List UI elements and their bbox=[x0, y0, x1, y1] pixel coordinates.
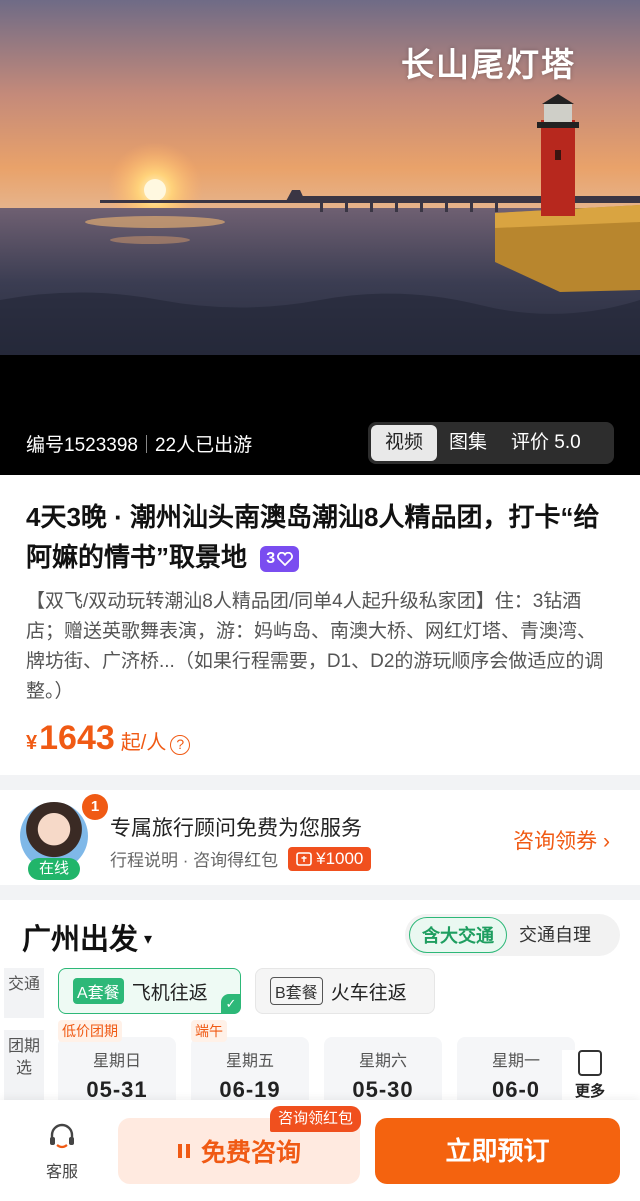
customer-service-button[interactable]: 客服 bbox=[36, 1120, 88, 1182]
departure-city-selector[interactable]: 广州出发 ▾ bbox=[22, 916, 152, 958]
package-b-tag: B套餐 bbox=[270, 977, 323, 1005]
online-status: 在线 bbox=[28, 858, 80, 880]
option-self-transport[interactable]: 交通自理 bbox=[507, 917, 603, 953]
date-weekday: 星期五 bbox=[225, 1053, 274, 1070]
tab-reviews[interactable]: 评价 5.0 bbox=[499, 425, 593, 461]
hero-overlay-title: 长山尾灯塔 bbox=[401, 45, 576, 84]
consult-red-packet-tag: 咨询领红包 bbox=[270, 1106, 362, 1132]
product-code: 编号1523398 bbox=[26, 435, 138, 456]
date-card[interactable]: 星期一 06-0 bbox=[457, 1037, 575, 1107]
product-title-wrap: 4天3晚 · 潮州汕头南澳岛潮汕8人精品团，打卡“给阿嫲的情书”取景地 3 bbox=[26, 497, 614, 577]
pause-icon bbox=[177, 1144, 190, 1158]
advisor-subtitle-row: 行程说明 · 咨询得红包 ¥1000 bbox=[110, 846, 372, 871]
price-unit: 起/人 bbox=[120, 732, 167, 754]
customer-service-label: 客服 bbox=[45, 1164, 78, 1181]
date-side-label: 团期选 bbox=[4, 1030, 44, 1100]
date-card[interactable]: 星期五 06-19 bbox=[191, 1037, 309, 1107]
package-b-label: 火车往返 bbox=[330, 982, 407, 1004]
package-a[interactable]: A套餐 飞机往返 ✓ bbox=[58, 968, 241, 1014]
product-card: 4天3晚 · 潮州汕头南澳岛潮汕8人精品团，打卡“给阿嫲的情书”取景地 3 【双… bbox=[0, 475, 640, 775]
hero-meta: 编号1523398 22人已出游 bbox=[26, 430, 252, 457]
check-icon: ✓ bbox=[221, 994, 241, 1014]
red-packet-badge: ¥1000 bbox=[288, 846, 372, 871]
free-consult-label: 免费咨询 bbox=[200, 1139, 301, 1167]
advisor-title: 专属旅行顾问免费为您服务 bbox=[110, 817, 362, 840]
headset-icon bbox=[50, 1123, 74, 1149]
heart-icon bbox=[277, 552, 294, 566]
product-title: 4天3晚 · 潮州汕头南澳岛潮汕8人精品团，打卡“给阿嫲的情书”取景地 bbox=[26, 502, 600, 572]
page: 长山尾灯塔 编号1523398 22人已出游 视频 图集 评价 5.0 4天3晚… bbox=[0, 0, 640, 1201]
help-icon[interactable]: ? bbox=[170, 735, 191, 755]
product-description: 【双飞/双动玩转潮汕8人精品团/同单4人起升级私家团】住：3钻酒店；赠送英歌舞表… bbox=[26, 591, 604, 702]
date-tag-low-price: 低价团期 bbox=[58, 1020, 122, 1042]
calendar-icon bbox=[578, 1050, 602, 1076]
divider bbox=[145, 434, 147, 453]
more-dates-label: 更多 bbox=[574, 1083, 605, 1100]
departure-city: 广州出发 bbox=[22, 924, 139, 956]
hero-video[interactable]: 长山尾灯塔 编号1523398 22人已出游 视频 图集 评价 5.0 bbox=[0, 0, 640, 475]
tab-video[interactable]: 视频 bbox=[371, 425, 438, 461]
date-card[interactable]: 星期日 05-31 bbox=[58, 1037, 176, 1107]
date-card[interactable]: 星期六 05-30 bbox=[324, 1037, 442, 1107]
notification-badge: 1 bbox=[82, 794, 108, 820]
date-weekday: 星期六 bbox=[358, 1053, 407, 1070]
price-row: ¥ 1643 起/人 ? bbox=[26, 719, 614, 758]
advisor-subtitle: 行程说明 · 咨询得红包 bbox=[110, 851, 279, 870]
more-dates-button[interactable]: 更多 bbox=[562, 1050, 618, 1101]
bottom-action-bar: 客服 咨询领红包 免费咨询 立即预订 bbox=[0, 1100, 640, 1201]
level-badge[interactable]: 3 bbox=[260, 546, 300, 572]
package-b[interactable]: B套餐 火车往返 bbox=[255, 968, 435, 1014]
tab-gallery[interactable]: 图集 bbox=[437, 425, 499, 461]
ticket-icon bbox=[296, 851, 312, 866]
media-tabs: 视频 图集 评价 5.0 bbox=[368, 422, 614, 464]
package-a-label: 飞机往返 bbox=[131, 982, 208, 1004]
package-a-tag: A套餐 bbox=[73, 978, 124, 1004]
level-badge-number: 3 bbox=[266, 550, 276, 567]
transport-toggle: 含大交通 交通自理 bbox=[405, 914, 620, 956]
transport-side-label: 交通 bbox=[4, 968, 44, 1018]
date-weekday: 星期一 bbox=[491, 1053, 540, 1070]
price-value: 1643 bbox=[39, 719, 115, 757]
price-currency: ¥ bbox=[26, 732, 38, 754]
traveler-count: 22人已出游 bbox=[154, 435, 253, 456]
book-now-button[interactable]: 立即预订 bbox=[375, 1118, 620, 1184]
option-include-transport[interactable]: 含大交通 bbox=[409, 917, 507, 953]
red-packet-amount: ¥1000 bbox=[316, 848, 364, 868]
date-weekday: 星期日 bbox=[92, 1053, 141, 1070]
caret-down-icon: ▾ bbox=[144, 931, 153, 948]
date-tag-holiday: 端午 bbox=[191, 1020, 227, 1042]
consult-coupon-link[interactable]: 咨询领券 › bbox=[513, 825, 610, 855]
